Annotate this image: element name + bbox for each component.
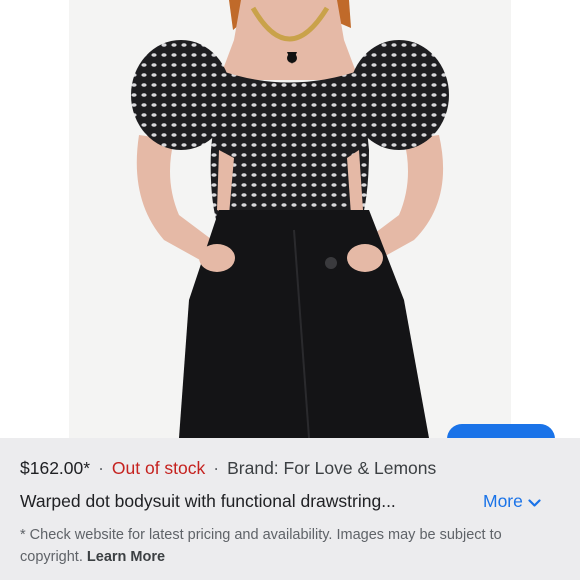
chevron-down-icon (528, 492, 541, 513)
product-photo[interactable] (69, 0, 511, 438)
stock-status: Out of stock (111, 458, 206, 478)
product-price: $162.00* (20, 458, 91, 478)
product-title[interactable]: Warped dot bodysuit with functional draw… (20, 491, 396, 512)
more-button[interactable]: More (483, 491, 541, 513)
product-meta-line: $162.00* · Out of stock · Brand: For Love & … (20, 458, 436, 479)
learn-more-link[interactable]: Learn More (87, 549, 165, 565)
meta-separator: · (213, 458, 220, 478)
product-brand: Brand: For Love & Lemons (227, 458, 437, 478)
more-label: More (483, 491, 523, 511)
product-info-panel: $162.00* · Out of stock · Brand: For Love & … (0, 438, 580, 580)
product-photo-illustration (69, 0, 511, 438)
copyright-disclaimer: * Check website for latest pricing and a… (20, 524, 540, 568)
meta-separator: · (98, 458, 104, 478)
image-result-viewer: $162.00* · Out of stock · Brand: For Love & … (0, 0, 580, 580)
